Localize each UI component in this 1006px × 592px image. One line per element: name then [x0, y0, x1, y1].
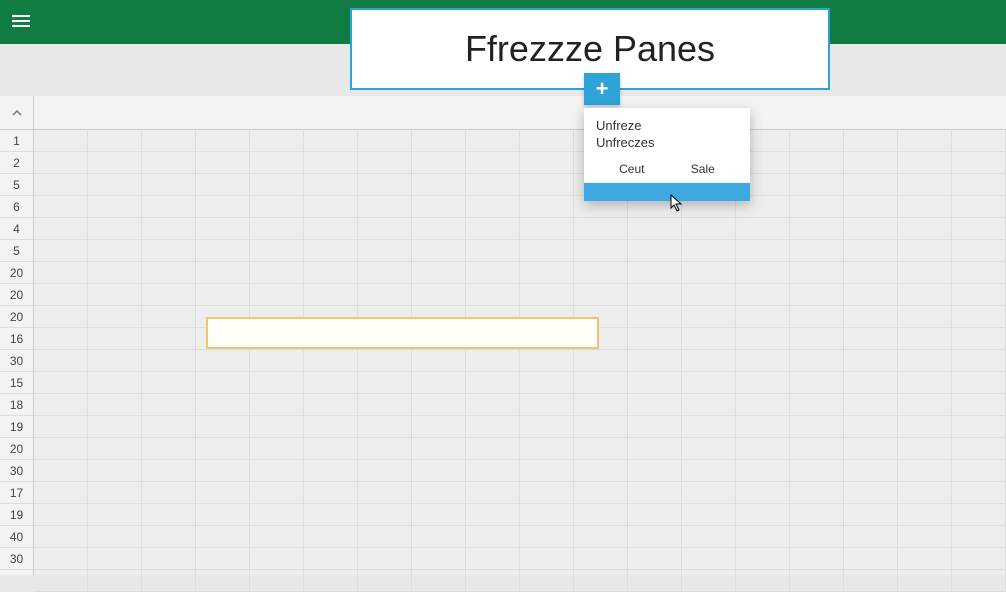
menu-icon[interactable]: [12, 12, 30, 33]
dropdown-description: Unfreze Unfreczes: [584, 108, 750, 158]
row-header[interactable]: 30: [0, 460, 33, 482]
cell-selection[interactable]: [206, 317, 599, 349]
row-headers: 1 2 5 6 4 5 20 20 20 16 30 15 18 19 20 3…: [0, 130, 34, 575]
row-header[interactable]: 20: [0, 284, 33, 306]
dropdown-action-cut[interactable]: Ceut: [619, 162, 644, 176]
row-header[interactable]: 18: [0, 394, 33, 416]
context-dropdown: Unfreze Unfreczes Ceut Sale: [584, 108, 750, 201]
row-header[interactable]: 17: [0, 482, 33, 504]
row-header[interactable]: 20: [0, 438, 33, 460]
dropdown-line: Unfreczes: [596, 135, 738, 152]
select-all-corner[interactable]: [0, 96, 34, 130]
dropdown-highlighted-item[interactable]: [584, 183, 750, 201]
row-header[interactable]: 40: [0, 526, 33, 548]
dropdown-actions: Ceut Sale: [584, 158, 750, 183]
dropdown-line: Unfreze: [596, 118, 738, 135]
row-header[interactable]: 19: [0, 416, 33, 438]
row-header[interactable]: 4: [0, 218, 33, 240]
cell-grid[interactable]: [34, 130, 1006, 575]
row-header[interactable]: 15: [0, 372, 33, 394]
row-header[interactable]: 2: [0, 152, 33, 174]
add-button[interactable]: +: [584, 73, 620, 105]
column-headers[interactable]: [34, 96, 1006, 130]
row-header[interactable]: 20: [0, 306, 33, 328]
row-header[interactable]: 5: [0, 240, 33, 262]
dropdown-action-sale[interactable]: Sale: [691, 162, 715, 176]
row-header[interactable]: 1: [0, 130, 33, 152]
row-header[interactable]: 6: [0, 196, 33, 218]
row-header[interactable]: 30: [0, 548, 33, 570]
row-header[interactable]: 20: [0, 262, 33, 284]
plus-icon: +: [596, 76, 609, 102]
row-header[interactable]: 30: [0, 350, 33, 372]
page-title: Ffrezzze Panes: [465, 28, 715, 70]
row-header[interactable]: 16: [0, 328, 33, 350]
row-header[interactable]: 5: [0, 174, 33, 196]
row-header[interactable]: 19: [0, 504, 33, 526]
